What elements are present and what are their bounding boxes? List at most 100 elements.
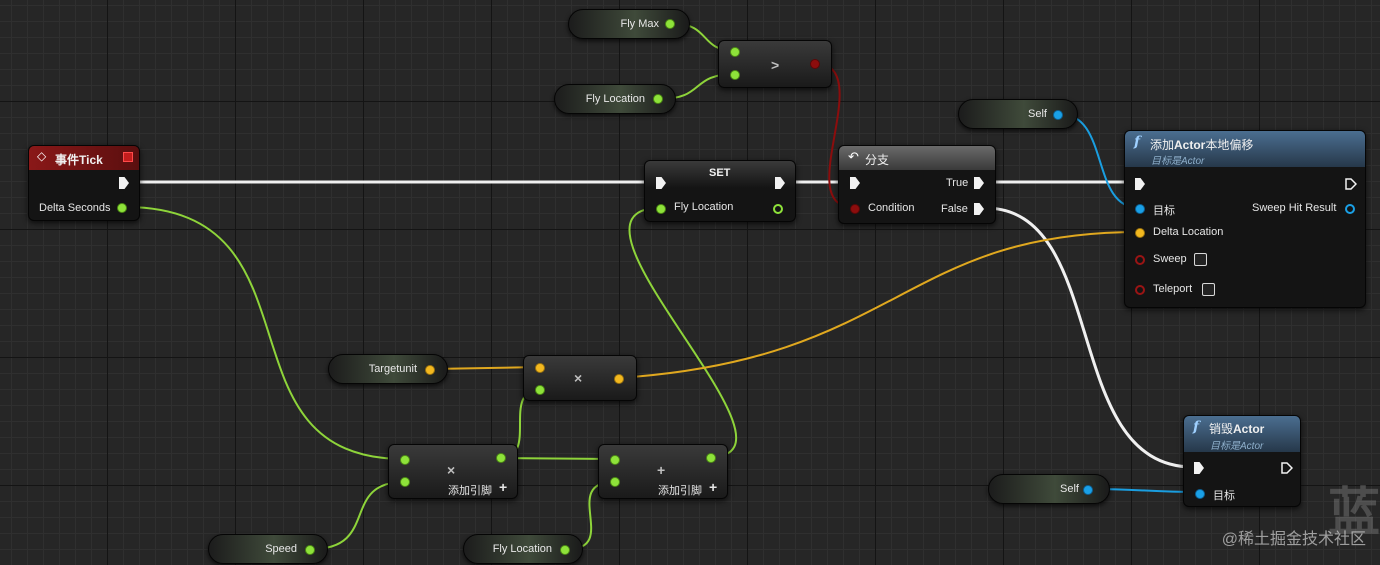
fly-location-top-pin[interactable] [653,94,663,104]
greater-b-pin[interactable] [730,70,740,80]
multiply-float-a-pin[interactable] [400,455,410,465]
add-float-add-pin-plus[interactable]: + [709,479,717,495]
branch-true-label: True [946,177,969,189]
destroy-actor-title-prefix: 销毁 [1209,422,1234,436]
delta-location-pin[interactable] [1135,228,1145,238]
multiply-float-add-pin-plus[interactable]: + [499,479,507,495]
branch-title: 分支 [865,153,890,167]
greater-operator: > [771,57,780,73]
add-offset-title-bold: Actor [1174,138,1206,152]
branch-arrow-icon: ↶ [848,149,859,164]
fly-location-variable-top[interactable]: Fly Location [554,84,676,114]
multiply-vector-node[interactable]: × [523,355,637,401]
targetunit-pin[interactable] [425,365,435,375]
multiply-vector-out-pin[interactable] [614,374,624,384]
greater-than-node[interactable]: > [718,40,832,88]
add-offset-exec-in-pin[interactable] [1135,178,1145,190]
set-exec-out-pin[interactable] [775,177,785,189]
add-offset-target-label: 目标 [1153,205,1175,217]
destroy-target-label: 目标 [1213,490,1235,502]
sweep-hit-result-label: Sweep Hit Result [1252,202,1337,214]
teleport-label: Teleport [1153,283,1193,295]
greater-result-pin[interactable] [810,59,820,69]
delegate-square-icon[interactable] [123,152,133,162]
event-tick-node[interactable]: ◇ 事件Tick Delta Seconds [28,145,140,221]
branch-header [839,146,995,170]
event-tick-title: 事件Tick [55,153,103,167]
sweep-label: Sweep [1153,253,1187,265]
add-offset-target-pin[interactable] [1135,204,1145,214]
multiply-float-out-pin[interactable] [496,453,506,463]
add-offset-subtitle: 目标是Actor [1151,156,1205,167]
destroy-actor-subtitle: 目标是Actor [1210,441,1264,452]
add-float-a-pin[interactable] [610,455,620,465]
self-bottom-pin[interactable] [1083,485,1093,495]
fly-location-top-label: Fly Location [585,93,645,105]
event-diamond-icon: ◇ [37,149,47,163]
sweep-checkbox[interactable] [1194,253,1207,266]
float-wire [628,207,738,458]
multiply-float-node[interactable]: × 添加引脚 + [388,444,518,499]
delta-seconds-label: Delta Seconds [39,202,111,214]
set-fly-location-out-pin[interactable] [773,204,783,214]
sweep-hit-result-pin[interactable] [1345,204,1355,214]
multiply-float-b-pin[interactable] [400,477,410,487]
destroy-target-pin[interactable] [1195,489,1205,499]
add-offset-title: 添加Actor本地偏移 [1150,136,1253,153]
destroy-exec-out-pin[interactable] [1281,462,1293,474]
delta-location-label: Delta Location [1153,226,1224,238]
greater-a-pin[interactable] [730,47,740,57]
add-float-out-pin[interactable] [706,453,716,463]
self-top-pin[interactable] [1053,110,1063,120]
destroy-actor-title-bold: Actor [1233,422,1265,436]
branch-true-pin[interactable] [974,177,984,189]
add-offset-title-suffix: 本地偏移 [1205,138,1254,152]
destroy-actor-title: 销毁Actor [1209,420,1264,437]
branch-condition-pin[interactable] [850,204,860,214]
multiply-float-operator: × [447,462,456,478]
fly-location-variable-bottom[interactable]: Fly Location [463,534,583,564]
fly-max-label: Fly Max [620,18,660,30]
add-float-operator: + [657,462,666,478]
teleport-checkbox[interactable] [1202,283,1215,296]
targetunit-variable[interactable]: Targetunit [328,354,448,384]
teleport-pin[interactable] [1135,285,1145,295]
targetunit-label: Targetunit [368,363,417,375]
set-title: SET [709,167,731,179]
add-float-node[interactable]: + 添加引脚 + [598,444,728,499]
sweep-pin[interactable] [1135,255,1145,265]
set-fly-location-in-pin[interactable] [656,204,666,214]
speed-label: Speed [265,543,297,555]
self-variable-top[interactable]: Self [958,99,1078,129]
fly-max-variable[interactable]: Fly Max [568,9,690,39]
add-float-add-pin-label[interactable]: 添加引脚 [658,482,702,498]
branch-node[interactable]: ↶ 分支 True Condition False [838,145,996,224]
fly-location-bottom-pin[interactable] [560,545,570,555]
multiply-float-add-pin-label[interactable]: 添加引脚 [448,482,492,498]
delta-seconds-pin[interactable] [117,203,127,213]
exec-out-pin[interactable] [119,177,129,189]
branch-false-label: False [941,203,968,215]
set-node[interactable]: SET Fly Location [644,160,796,222]
speed-pin[interactable] [305,545,315,555]
branch-false-pin[interactable] [974,203,984,215]
add-offset-title-prefix: 添加 [1150,138,1175,152]
function-f-icon: f [1134,134,1141,150]
add-float-b-pin[interactable] [610,477,620,487]
fly-location-bottom-label: Fly Location [492,543,552,555]
fly-max-pin[interactable] [665,19,675,29]
set-exec-in-pin[interactable] [656,177,666,189]
add-offset-exec-out-pin[interactable] [1345,178,1357,190]
self-variable-bottom[interactable]: Self [988,474,1110,504]
multiply-vector-a-pin[interactable] [535,363,545,373]
add-actor-local-offset-node[interactable]: f 添加Actor本地偏移 目标是Actor 目标 Sweep Hit Resu… [1124,130,1366,308]
destroy-exec-in-pin[interactable] [1194,462,1204,474]
speed-variable[interactable]: Speed [208,534,328,564]
multiply-vector-b-pin[interactable] [535,385,545,395]
branch-condition-label: Condition [868,202,915,214]
watermark-text: @稀土掘金技术社区 [1221,531,1366,548]
destroy-actor-node[interactable]: f 销毁Actor 目标是Actor 目标 [1183,415,1301,507]
float-wire [124,206,405,460]
branch-exec-in-pin[interactable] [850,177,860,189]
set-fly-location-label: Fly Location [674,201,734,213]
